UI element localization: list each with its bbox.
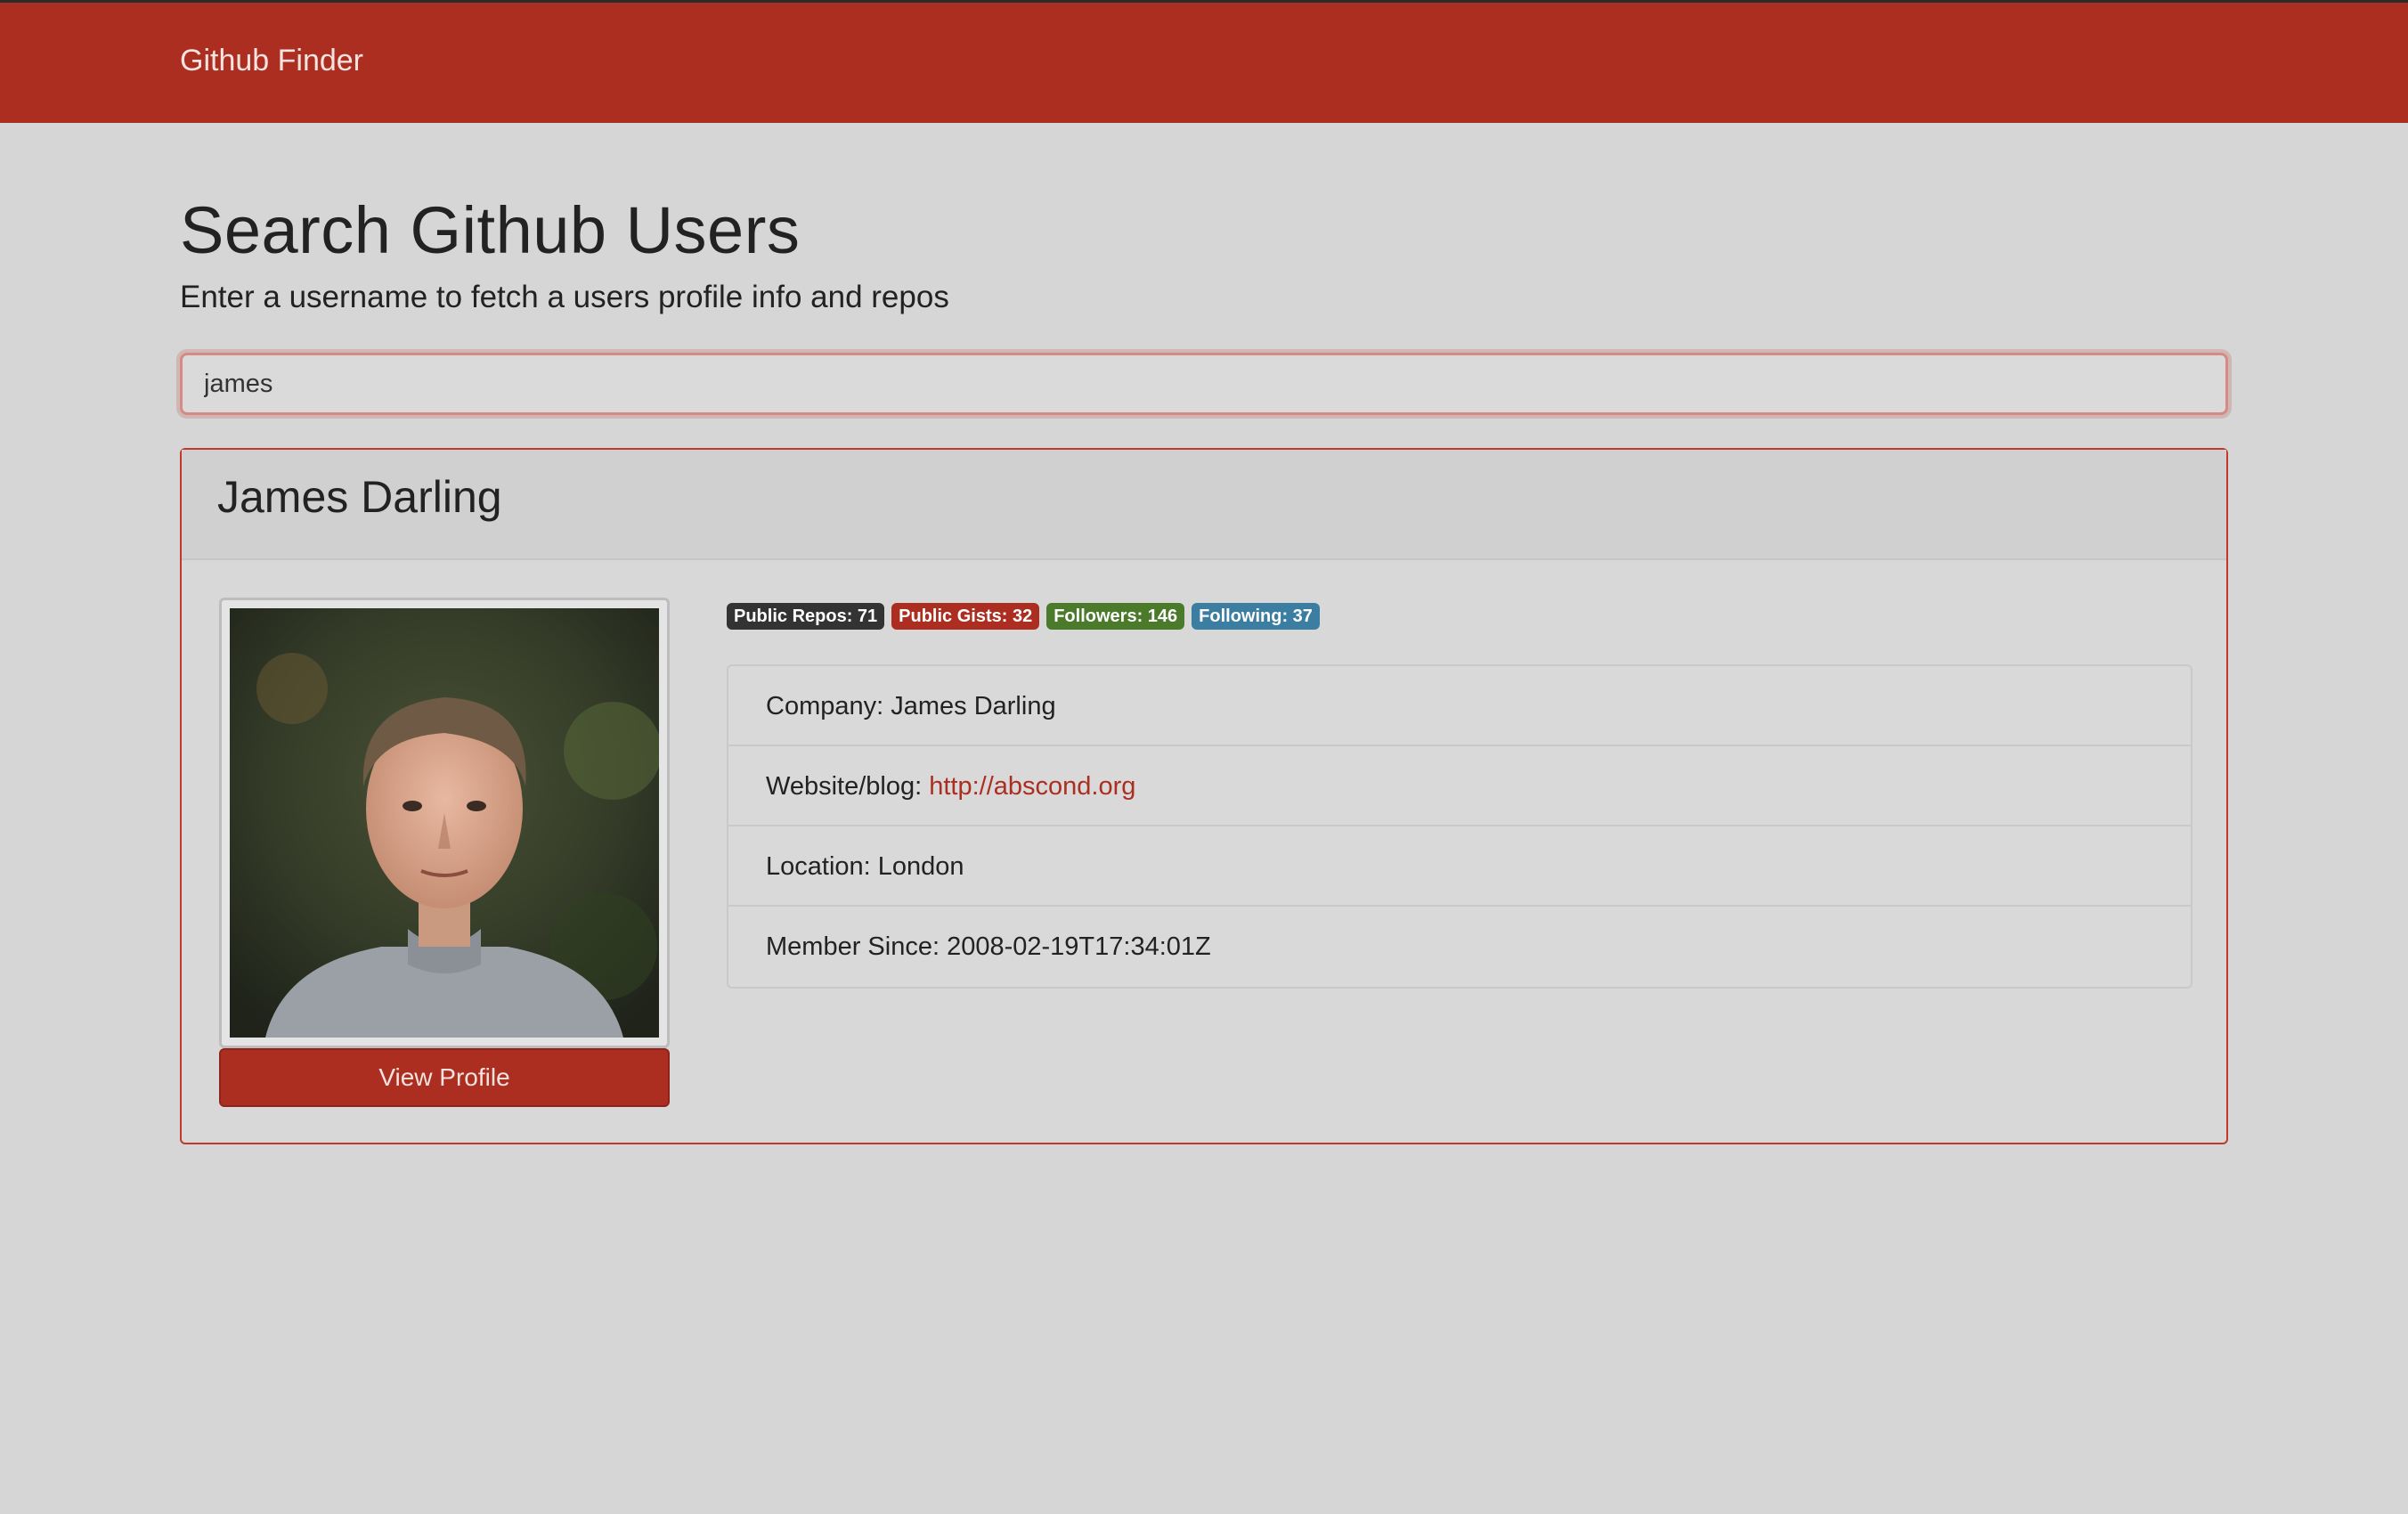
list-item-website: Website/blog: http://abscond.org xyxy=(728,746,2191,826)
page-subtitle: Enter a username to fetch a users profil… xyxy=(180,280,949,314)
badge-public-gists: Public Gists: 32 xyxy=(891,603,1040,630)
badge-following: Following: 37 xyxy=(1192,603,1320,630)
list-item-member-since: Member Since: 2008-02-19T17:34:01Z xyxy=(728,907,2191,987)
profile-details-list: Company: James Darling Website/blog: htt… xyxy=(727,664,2192,989)
search-input[interactable] xyxy=(180,353,2228,415)
navbar-brand[interactable]: Github Finder xyxy=(180,44,363,78)
member-since-value: 2008-02-19T17:34:01Z xyxy=(947,932,1211,961)
navbar: Github Finder xyxy=(0,0,2408,123)
location-value: London xyxy=(877,852,964,881)
avatar xyxy=(219,598,670,1048)
page-title: Search Github Users xyxy=(180,193,801,267)
company-label: Company: xyxy=(766,692,891,720)
website-label: Website/blog: xyxy=(766,772,930,801)
company-value: James Darling xyxy=(891,692,1056,720)
view-profile-button[interactable]: View Profile xyxy=(219,1048,670,1107)
list-item-location: Location: London xyxy=(728,826,2191,907)
badge-followers: Followers: 146 xyxy=(1046,603,1185,630)
location-label: Location: xyxy=(766,852,878,881)
avatar-photo xyxy=(230,608,659,1038)
profile-name: James Darling xyxy=(217,472,502,522)
list-item-company: Company: James Darling xyxy=(728,666,2191,746)
website-link[interactable]: http://abscond.org xyxy=(929,772,1135,801)
badge-public-repos: Public Repos: 71 xyxy=(727,603,885,630)
profile-card-header: James Darling xyxy=(182,450,2226,560)
profile-card: James Darling View Profile Public Repos:… xyxy=(180,448,2228,1144)
stats-badges: Public Repos: 71 Public Gists: 32 Follow… xyxy=(727,603,1320,630)
member-since-label: Member Since: xyxy=(766,932,948,961)
